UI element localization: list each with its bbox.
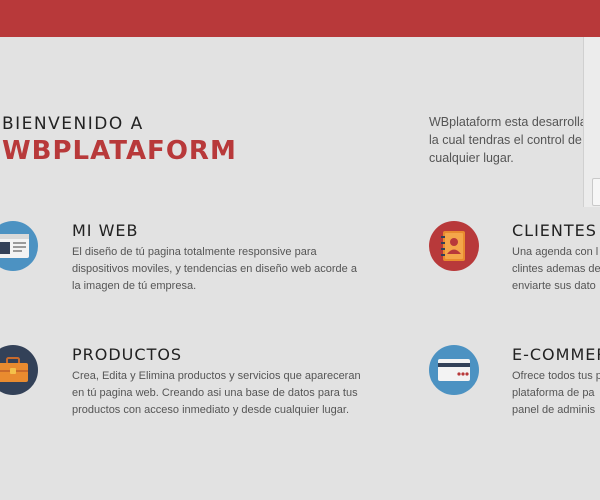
desc-line: productos con acceso inmediato y desde c… bbox=[72, 404, 350, 416]
feature-desc-clientes: Una agenda con l clintes ademas de envia… bbox=[512, 244, 600, 295]
intro-line: la cual tendras el control de t bbox=[429, 133, 589, 147]
intro-line: WBplataform esta desarrollad bbox=[429, 115, 594, 129]
feature-title-clientes: CLIENTES bbox=[512, 221, 597, 240]
feature-desc-mi-web: El diseño de tú pagina totalmente respon… bbox=[72, 244, 357, 295]
intro-paragraph: WBplataform esta desarrollad la cual ten… bbox=[429, 113, 600, 167]
brand-title: WBPLATAFORM bbox=[2, 136, 237, 166]
feature-title-ecommerce: E-COMMER bbox=[512, 345, 600, 364]
credit-card-icon bbox=[429, 345, 479, 395]
feature-title-mi-web: MI WEB bbox=[72, 221, 139, 240]
side-widget-panel bbox=[583, 37, 600, 207]
feature-desc-ecommerce: Ofrece todos tus p plataforma de pa pane… bbox=[512, 368, 600, 419]
address-book-icon bbox=[429, 221, 479, 271]
briefcase-icon bbox=[0, 345, 38, 395]
intro-line: cualquier lugar. bbox=[429, 151, 514, 165]
welcome-heading: BIENVENIDO A bbox=[2, 114, 144, 134]
desc-line: Crea, Edita y Elimina productos y servic… bbox=[72, 370, 361, 382]
desc-line: en tú pagina web. Creando asi una base d… bbox=[72, 387, 358, 399]
desc-line: la imagen de tú empresa. bbox=[72, 280, 197, 292]
desc-line: Ofrece todos tus p bbox=[512, 370, 600, 382]
desc-line: El diseño de tú pagina totalmente respon… bbox=[72, 246, 317, 258]
feature-desc-productos: Crea, Edita y Elimina productos y servic… bbox=[72, 368, 361, 419]
top-header-bar bbox=[0, 0, 600, 37]
browser-window-icon bbox=[0, 221, 38, 271]
feature-title-productos: PRODUCTOS bbox=[72, 345, 183, 364]
desc-line: clintes ademas de bbox=[512, 263, 600, 275]
desc-line: dispositivos moviles, y tendencias en di… bbox=[72, 263, 357, 275]
desc-line: plataforma de pa bbox=[512, 387, 595, 399]
desc-line: enviarte sus dato bbox=[512, 280, 596, 292]
side-widget-tab[interactable] bbox=[592, 178, 600, 206]
desc-line: panel de adminis bbox=[512, 404, 596, 416]
desc-line: Una agenda con l bbox=[512, 246, 599, 258]
